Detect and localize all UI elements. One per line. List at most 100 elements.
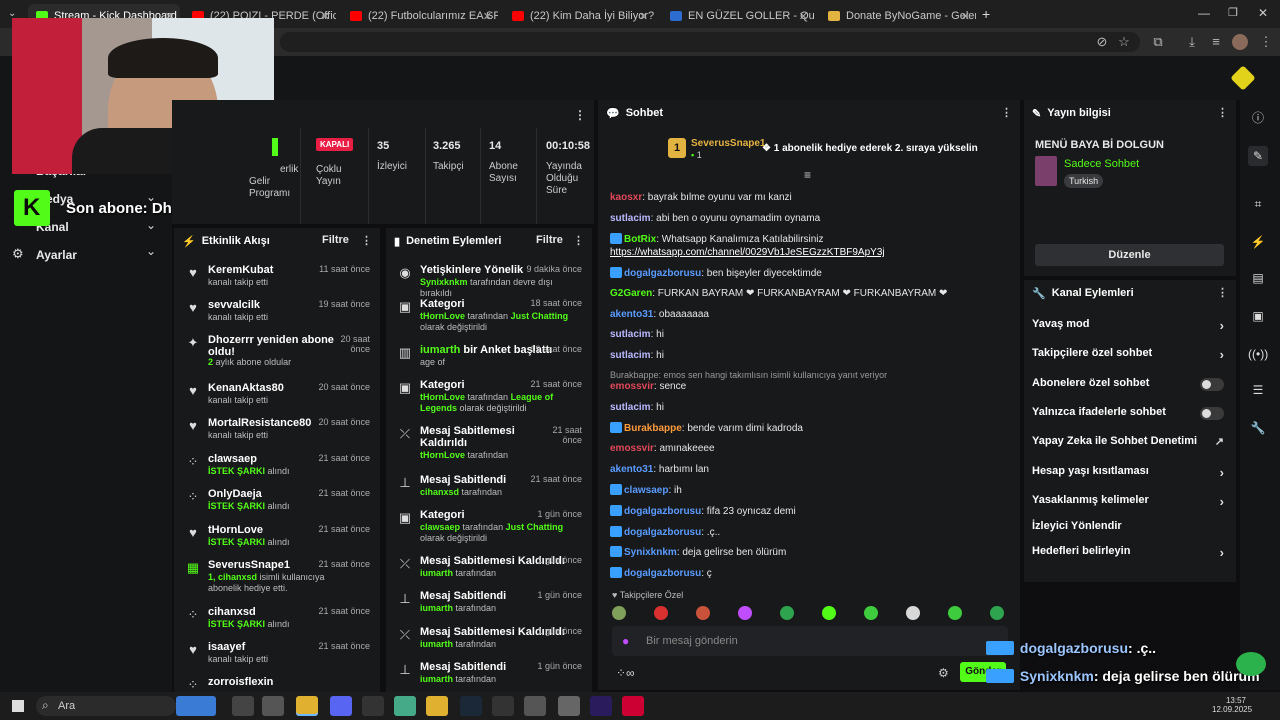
pencil-icon[interactable]: ✎ (1248, 146, 1268, 166)
more-icon[interactable]: ⋮ (1217, 106, 1228, 119)
sidebar-item-ayarlar[interactable]: ⚙ Ayarlar ⌄ (10, 244, 160, 264)
widgets-icon[interactable] (262, 696, 284, 716)
mod-action-item[interactable]: ⊥ Mesaj Sabitlendi iumarth tarafından 1 gün… (392, 661, 586, 693)
activity-item[interactable]: ⁘ clawsaep İSTEK ŞARKI alındı 21 saat önce (180, 453, 374, 485)
close-tab-icon[interactable]: ✕ (639, 10, 648, 23)
broadcast-icon[interactable]: ((•)) (1248, 344, 1268, 364)
channel-action-item[interactable]: İzleyici Yönlendir (1032, 520, 1228, 542)
chat-username[interactable]: akento31 (610, 309, 653, 320)
emote-icon[interactable] (612, 606, 626, 620)
channel-action-item[interactable]: Abonelere özel sohbet (1032, 377, 1228, 399)
mod-action-item[interactable]: ⊥ Mesaj Sabitlendi cihanxsd tarafından 21 s… (392, 474, 586, 506)
taskbar-search[interactable]: ⌕ Ara (36, 696, 176, 716)
chat-username[interactable]: emossvir (610, 381, 654, 392)
kick-logo-icon[interactable] (1230, 65, 1256, 91)
activity-item[interactable]: ♥ KenanAktas80 kanalı takip etti 20 saat ön… (180, 382, 374, 414)
mod-filter-button[interactable]: Filtre (536, 234, 563, 246)
close-window-icon[interactable]: ✕ (1258, 6, 1268, 20)
edit-button[interactable]: Düzenle (1035, 244, 1224, 266)
apps-icon[interactable] (524, 696, 546, 716)
emote-icon[interactable] (990, 606, 1004, 620)
profile-avatar[interactable] (1232, 34, 1248, 50)
activity-item[interactable]: ⁘ OnlyDaeja İSTEK ŞARKI alındı 21 saat önce (180, 488, 374, 520)
eye-off-icon[interactable]: ⊘ (1094, 34, 1110, 50)
floating-chat-icon[interactable] (1236, 652, 1266, 676)
activity-item[interactable]: ✦ Dhozerrr yeniden abone oldu! 2 aylık abo… (180, 334, 374, 367)
task-view-icon[interactable] (232, 696, 254, 716)
chat-username[interactable]: emossvir (610, 443, 654, 454)
activity-item[interactable]: ♥ MortalResistance80 kanalı takip etti 20 s… (180, 417, 374, 449)
emote-icon[interactable] (696, 606, 710, 620)
chat-username[interactable]: sutlacim (610, 213, 651, 224)
emote-icon[interactable] (780, 606, 794, 620)
menu-icon[interactable]: ⋮ (1258, 34, 1274, 50)
more-icon[interactable]: ⋮ (573, 234, 584, 247)
epic-icon[interactable] (362, 696, 384, 716)
info-icon[interactable]: ⓘ (1248, 108, 1268, 128)
activity-item[interactable]: ♥ isaayef kanalı takip etti 21 saat önce (180, 641, 374, 673)
start-icon[interactable] (12, 700, 24, 712)
activity-item[interactable]: ♥ tHornLove İSTEK ŞARKI alındı 21 saat önce (180, 524, 374, 556)
chat-username[interactable]: Synixknkm (624, 547, 677, 558)
channel-action-item[interactable]: Hedefleri belirleyin › (1032, 545, 1228, 567)
mod-action-item[interactable]: ▣ Kategori tHornLove tarafından League of … (392, 379, 586, 413)
wrench-icon[interactable]: 🔧 (1248, 418, 1268, 438)
channel-action-item[interactable]: Yalnızca ifadelerle sohbet (1032, 406, 1228, 428)
mod-action-item[interactable]: ◉ Yetişkinlere Yönelik Synixknkm tarafında… (392, 264, 586, 298)
emote-icon[interactable] (738, 606, 752, 620)
chat-icon[interactable]: ▣ (1248, 306, 1268, 326)
activity-filter-button[interactable]: Filtre (322, 234, 349, 246)
new-tab-button[interactable]: + (982, 6, 990, 22)
multi-stream-label[interactable]: Çoklu Yayın (316, 164, 362, 188)
clipboard-icon[interactable]: ▤ (1248, 268, 1268, 288)
channel-action-item[interactable]: Takipçilere özel sohbet › (1032, 347, 1228, 369)
toggle-switch[interactable] (1200, 407, 1224, 420)
chat-username[interactable]: dogalgazborusu (624, 527, 701, 538)
chat-username[interactable]: sutlacim (610, 329, 651, 340)
url-field[interactable] (280, 32, 1140, 52)
download-icon[interactable]: ⤓ (1184, 34, 1200, 50)
bookmark-star-icon[interactable]: ☆ (1116, 34, 1132, 50)
emote-icon[interactable] (864, 606, 878, 620)
chat-tools-icon[interactable]: ⁘∞ (616, 666, 635, 680)
status-badge[interactable]: KAPALI (316, 138, 354, 151)
app-icon[interactable] (394, 696, 416, 716)
mod-action-item[interactable]: ▣ Kategori tHornLove tarafından Just Chatt… (392, 298, 586, 332)
close-tab-icon[interactable]: ✕ (799, 10, 808, 23)
browser-tab[interactable]: EN GÜZEL GOLLER - Quizei✕ (662, 4, 814, 28)
mic-icon[interactable]: ● (622, 634, 629, 648)
category-name[interactable]: Sadece Sohbet (1064, 158, 1139, 170)
close-tab-icon[interactable]: ✕ (961, 10, 970, 23)
chat-input[interactable]: ● Bir mesaj gönderin (612, 626, 1008, 656)
more-icon[interactable]: ⋮ (1001, 106, 1012, 119)
media-icon[interactable]: ≡ (1208, 34, 1224, 50)
browser-icon[interactable] (622, 696, 644, 716)
mod-action-item[interactable]: ⤫ Mesaj Sabitlemesi Kaldırıldı tHornLove t… (392, 425, 586, 460)
channel-action-item[interactable]: Yavaş mod › (1032, 318, 1228, 340)
lightning-icon[interactable]: ⚡ (1248, 232, 1268, 252)
mod-action-item[interactable]: ⊥ Mesaj Sabitlendi iumarth tarafından 1 gün… (392, 590, 586, 622)
mod-action-item[interactable]: ▥ iumarth bir Anket başlattı age of 19 saat… (392, 344, 586, 376)
browser-tab[interactable]: (22) Kim Daha İyi Biliyor? EA SP...✕ (504, 4, 654, 28)
channel-action-item[interactable]: Hesap yaşı kısıtlaması › (1032, 465, 1228, 487)
toggle-switch[interactable] (1200, 378, 1224, 391)
obs-icon[interactable] (492, 696, 514, 716)
mod-action-item[interactable]: ⤫ Mesaj Sabitlemesi Kaldırıldı iumarth tar… (392, 626, 586, 658)
chrome-icon[interactable] (296, 696, 318, 716)
game-icon[interactable] (558, 696, 580, 716)
chat-username[interactable]: BotRix (624, 234, 656, 245)
chat-username[interactable]: clawsaep (624, 485, 668, 496)
discord-icon[interactable] (330, 696, 352, 716)
activity-item[interactable]: ♥ KeremKubat kanalı takip etti 11 saat önce (180, 264, 374, 296)
chat-username[interactable]: kaosxr (610, 192, 642, 203)
emote-icon[interactable] (654, 606, 668, 620)
emote-icon[interactable] (948, 606, 962, 620)
pinned-user[interactable]: SeverusSnape1 (691, 138, 766, 149)
chat-text[interactable]: https://whatsapp.com/channel/0029Vb1JeSE… (610, 247, 885, 258)
activity-item[interactable]: ⁘ cihanxsd İSTEK ŞARKI alındı 21 saat önce (180, 606, 374, 638)
chat-username[interactable]: Burakbappe (624, 423, 682, 434)
channel-action-item[interactable]: Yasaklanmış kelimeler › (1032, 494, 1228, 516)
steam-icon[interactable] (460, 696, 482, 716)
chat-username[interactable]: dogalgazborusu (624, 568, 701, 579)
chat-username[interactable]: akento31 (610, 464, 653, 475)
